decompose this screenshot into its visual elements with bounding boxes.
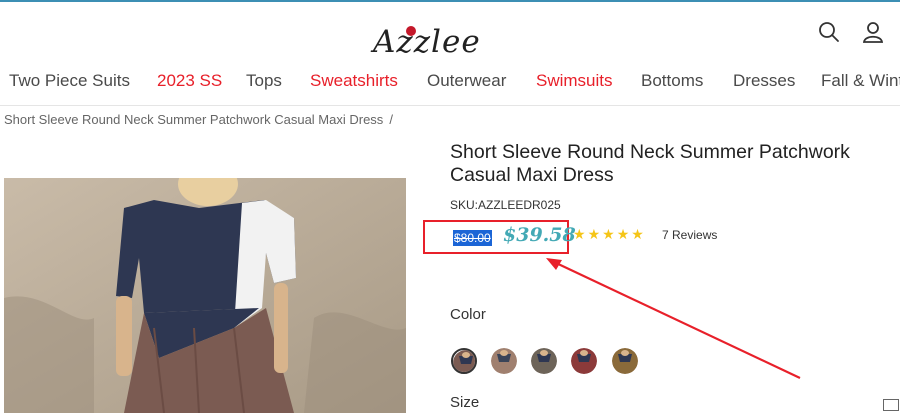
product-title: Short Sleeve Round Neck Summer Patchwork… (450, 141, 850, 186)
nav-item-sweatshirts[interactable]: Sweatshirts (310, 71, 398, 91)
dress-photo (4, 178, 406, 413)
product-image[interactable] (4, 178, 406, 413)
main-nav: Two Piece Suits 2023 SS Tops Sweatshirts… (0, 71, 900, 99)
user-icon[interactable] (862, 21, 884, 43)
nav-item-two-piece-suits[interactable]: Two Piece Suits (9, 71, 130, 91)
nav-divider (0, 105, 900, 106)
color-swatch-navy-brown[interactable] (451, 348, 477, 374)
product-sku: SKU:AZZLEEDR025 (450, 198, 561, 212)
color-swatch-navy-yellow[interactable] (612, 348, 638, 374)
star-icon: ★ (602, 227, 617, 243)
reviews-link[interactable]: 7 Reviews (662, 228, 717, 242)
nav-item-tops[interactable]: Tops (246, 71, 282, 91)
nav-item-fall-winter[interactable]: Fall & Wint (821, 71, 900, 91)
breadcrumb: Short Sleeve Round Neck Summer Patchwork… (4, 112, 393, 127)
star-icon: ★ (587, 227, 603, 243)
search-icon[interactable] (818, 21, 840, 43)
nav-item-dresses[interactable]: Dresses (733, 71, 795, 91)
star-icon: ★ (573, 227, 588, 243)
rose-icon (406, 26, 416, 36)
site-logo[interactable]: Azzlee (373, 24, 481, 60)
nav-item-outerwear[interactable]: Outerwear (427, 71, 506, 91)
star-icon: ★ (631, 227, 646, 243)
sale-price: $39.58 (503, 224, 576, 246)
nav-item-2023-ss[interactable]: 2023 SS (157, 71, 222, 91)
color-label: Color (450, 306, 486, 323)
nav-item-bottoms[interactable]: Bottoms (641, 71, 703, 91)
size-label: Size (450, 394, 480, 411)
breadcrumb-current[interactable]: Short Sleeve Round Neck Summer Patchwork… (4, 112, 383, 127)
color-swatch-navy-red[interactable] (571, 348, 597, 374)
ruler-icon (883, 399, 899, 411)
nav-item-swimsuits[interactable]: Swimsuits (536, 71, 613, 91)
breadcrumb-separator: / (389, 112, 393, 127)
color-swatch-navy-grey[interactable] (531, 348, 557, 374)
rating-stars: ★★★★★ (573, 227, 646, 243)
star-icon: ★ (616, 227, 632, 243)
old-price: $80.00 (453, 230, 492, 246)
site-header: Azzlee (0, 2, 900, 64)
color-swatch-navy-pink[interactable] (491, 348, 517, 374)
